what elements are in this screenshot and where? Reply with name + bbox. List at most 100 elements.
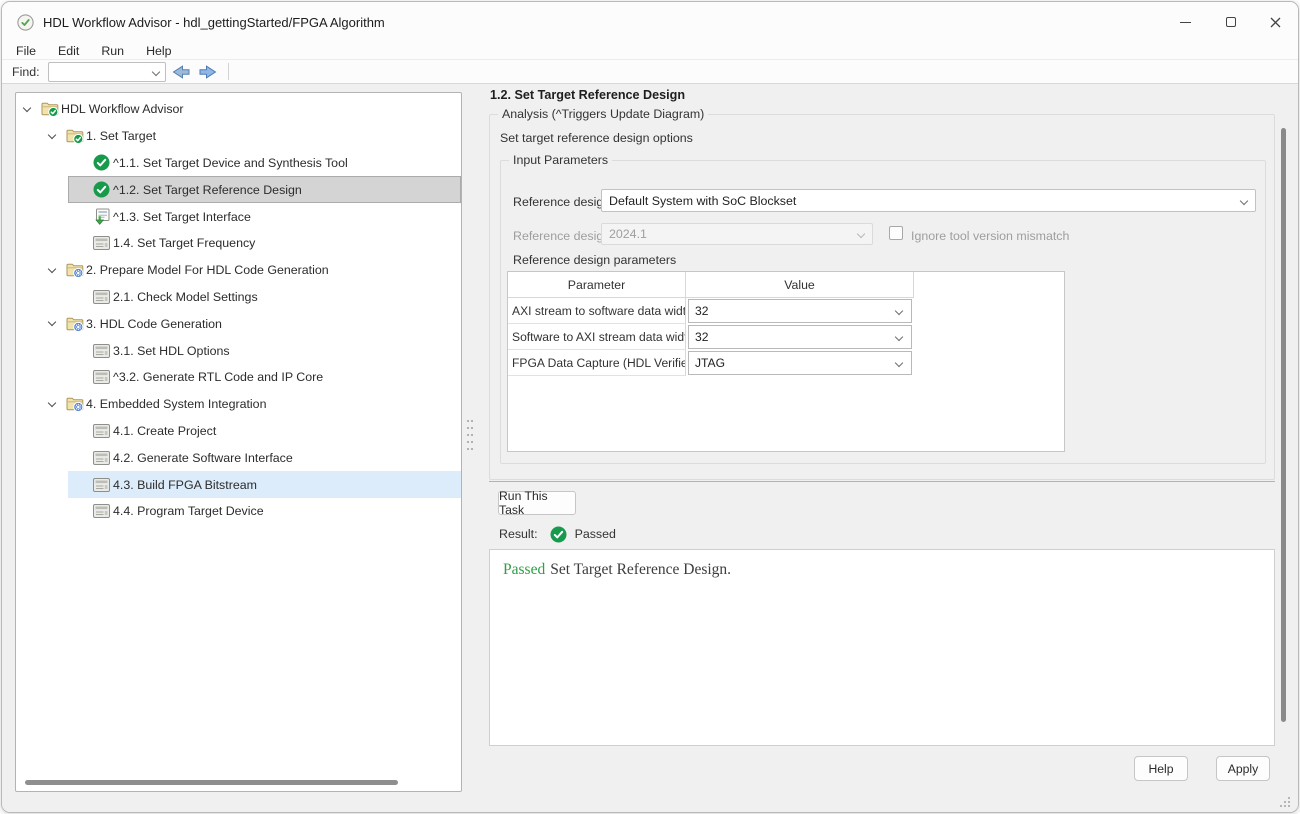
maximize-button[interactable] — [1208, 2, 1253, 42]
tree-expander-icon[interactable] — [49, 135, 66, 138]
chevron-down-icon — [151, 67, 159, 75]
tree-expander-icon[interactable] — [24, 108, 41, 111]
find-next-button[interactable] — [196, 62, 220, 82]
folder-check-icon — [41, 101, 61, 117]
tree-expander-icon[interactable] — [49, 269, 66, 272]
tree-item-4-3-build-fpga-bitstream[interactable]: 4.3. Build FPGA Bitstream — [68, 471, 461, 498]
tree-item-label: ^1.3. Set Target Interface — [113, 210, 251, 224]
tree-item-4-2-generate-software-interface[interactable]: 4.2. Generate Software Interface — [68, 444, 461, 471]
panel-vertical-scrollbar[interactable] — [1281, 128, 1286, 722]
passed-check-icon — [550, 526, 567, 543]
menu-edit[interactable]: Edit — [47, 42, 90, 60]
analysis-group: Analysis (^Triggers Update Diagram) Set … — [489, 114, 1275, 480]
app-icon — [17, 14, 34, 31]
find-input[interactable] — [48, 62, 166, 82]
tree-expander-icon[interactable] — [49, 403, 66, 406]
toolbar-separator — [228, 63, 229, 80]
check-circle-icon — [93, 154, 113, 171]
tree-item-3-2-generate-rtl-code-and-ip-core[interactable]: ^3.2. Generate RTL Code and IP Core — [68, 364, 461, 391]
tree-item-label: ^1.1. Set Target Device and Synthesis To… — [113, 156, 348, 170]
tree-expander-icon[interactable] — [49, 322, 66, 325]
parameters-table: Parameter Value AXI stream to software d… — [507, 271, 1065, 452]
tree-item-1-4-set-target-frequency[interactable]: 1.4. Set Target Frequency — [68, 230, 461, 257]
chevron-down-icon — [1240, 196, 1248, 204]
tree-item-4-embedded-system-integration[interactable]: 4. Embedded System Integration — [41, 391, 461, 418]
tree-item-1-set-target[interactable]: 1. Set Target — [41, 123, 461, 150]
apply-button[interactable]: Apply — [1216, 756, 1270, 781]
tree-item-label: ^1.2. Set Target Reference Design — [113, 183, 302, 197]
folder-gear-icon — [66, 396, 86, 412]
tree-item-label: 4. Embedded System Integration — [86, 397, 266, 411]
tree-item-1-3-set-target-interface[interactable]: ^1.3. Set Target Interface — [68, 203, 461, 230]
table-header: Parameter Value — [508, 272, 914, 298]
find-toolbar: Find: — [2, 60, 1298, 84]
chevron-down-icon — [895, 359, 903, 367]
menu-help[interactable]: Help — [135, 42, 182, 60]
column-header-value: Value — [686, 272, 914, 297]
reference-design-parameters-label: Reference design parameters — [513, 253, 676, 267]
options-label: Set target reference design options — [500, 131, 693, 145]
result-status: Passed — [575, 527, 616, 541]
tree-item-3-1-set-hdl-options[interactable]: 3.1. Set HDL Options — [68, 337, 461, 364]
parameter-value-select[interactable]: 32 — [688, 325, 912, 349]
column-header-parameter: Parameter — [508, 272, 686, 297]
workflow-tree-panel: HDL Workflow Advisor 1. Set Target ^1.1. S… — [15, 92, 462, 792]
tree-item-label: 2. Prepare Model For HDL Code Generation — [86, 263, 329, 277]
section-separator — [489, 481, 1275, 482]
help-button[interactable]: Help — [1134, 756, 1188, 781]
task-title: 1.2. Set Target Reference Design — [490, 88, 685, 102]
input-parameters-group: Input Parameters Reference design: Defau… — [500, 160, 1266, 464]
resize-grip-icon[interactable] — [1280, 797, 1290, 807]
minimize-icon — [1180, 22, 1191, 23]
tree-item-3-hdl-code-generation[interactable]: 3. HDL Code Generation — [41, 310, 461, 337]
tree-item-hdl-workflow-advisor[interactable]: HDL Workflow Advisor — [16, 96, 461, 123]
tree-horizontal-scrollbar[interactable] — [25, 780, 398, 785]
tree-item-label: 1. Set Target — [86, 129, 156, 143]
tree-item-4-4-program-target-device[interactable]: 4.4. Program Target Device — [68, 498, 461, 525]
close-button[interactable] — [1253, 2, 1298, 42]
input-parameters-label: Input Parameters — [509, 153, 612, 168]
task-icon — [93, 451, 113, 465]
result-message-status: Passed — [503, 561, 545, 578]
panel-splitter[interactable] — [465, 420, 475, 450]
find-previous-button[interactable] — [169, 62, 193, 82]
parameter-value-select[interactable]: JTAG — [688, 351, 912, 375]
tree-item-2-1-check-model-settings[interactable]: 2.1. Check Model Settings — [68, 284, 461, 311]
hdl-workflow-advisor-window: HDL Workflow Advisor - hdl_gettingStarte… — [1, 1, 1299, 813]
tree-item-4-1-create-project[interactable]: 4.1. Create Project — [68, 418, 461, 445]
tree-item-1-2-set-target-reference-design[interactable]: ^1.2. Set Target Reference Design — [68, 176, 461, 203]
tool-version-select[interactable]: 2024.1 — [601, 223, 873, 245]
tree-item-label: 4.3. Build FPGA Bitstream — [113, 478, 257, 492]
parameter-value-select[interactable]: 32 — [688, 299, 912, 323]
form-arrow-icon — [93, 208, 113, 225]
tree-item-label: 3. HDL Code Generation — [86, 317, 222, 331]
reference-design-label: Reference design: — [513, 195, 614, 209]
analysis-group-label: Analysis (^Triggers Update Diagram) — [498, 107, 708, 122]
ignore-tool-version-checkbox[interactable] — [889, 226, 903, 240]
tree-item-1-1-set-target-device-and-synthesis-tool[interactable]: ^1.1. Set Target Device and Synthesis To… — [68, 150, 461, 177]
check-circle-icon — [93, 181, 113, 198]
task-icon — [93, 236, 113, 250]
chevron-down-icon — [895, 333, 903, 341]
table-row: AXI stream to software data width32 — [508, 298, 914, 324]
task-icon — [93, 424, 113, 438]
table-row: FPGA Data Capture (HDL Verifier req...JT… — [508, 350, 914, 376]
menu-run[interactable]: Run — [90, 42, 135, 60]
content-area: HDL Workflow Advisor 1. Set Target ^1.1. S… — [2, 84, 1298, 794]
task-icon — [93, 478, 113, 492]
minimize-button[interactable] — [1163, 2, 1208, 42]
arrow-right-icon — [198, 64, 218, 80]
tree-item-label: HDL Workflow Advisor — [61, 102, 184, 116]
task-icon — [93, 290, 113, 304]
folder-gear-icon — [66, 262, 86, 278]
tree-item-2-prepare-model-for-hdl-code-generation[interactable]: 2. Prepare Model For HDL Code Generation — [41, 257, 461, 284]
run-this-task-button[interactable]: Run This Task — [498, 491, 576, 515]
reference-design-select[interactable]: Default System with SoC Blockset — [601, 189, 1256, 212]
task-icon — [93, 504, 113, 518]
find-label: Find: — [12, 65, 40, 79]
result-message-box: PassedSet Target Reference Design. — [489, 549, 1275, 746]
parameter-name-cell: FPGA Data Capture (HDL Verifier req... — [508, 350, 686, 376]
task-icon — [93, 344, 113, 358]
menubar: File Edit Run Help — [2, 42, 1298, 60]
menu-file[interactable]: File — [2, 42, 47, 60]
